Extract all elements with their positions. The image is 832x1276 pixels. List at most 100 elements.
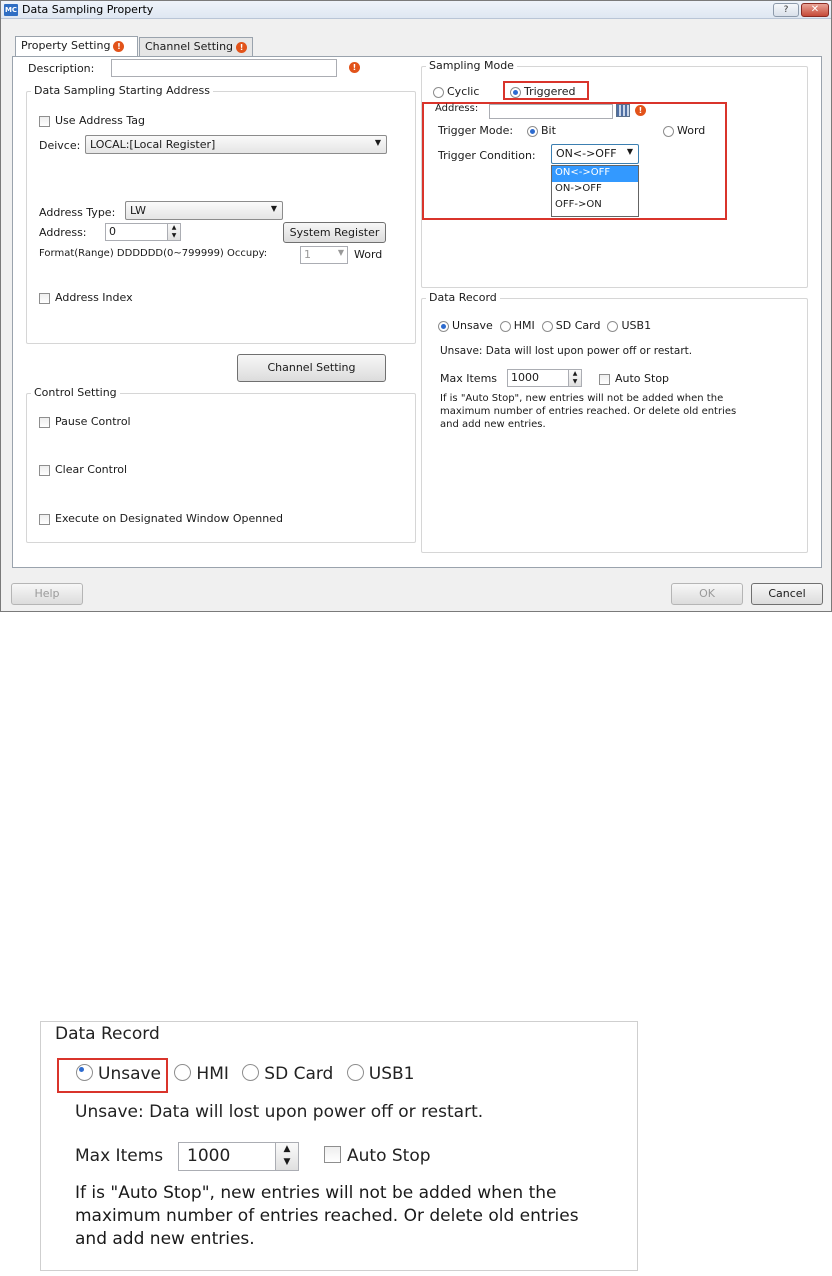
spin-icon[interactable]: ▲ ▼ [568, 369, 582, 387]
zoom-max-items-input[interactable]: 1000 [178, 1142, 276, 1171]
max-items-input[interactable]: 1000 [507, 369, 569, 387]
note-line: and add new entries. [75, 1229, 255, 1249]
radio-circle[interactable] [663, 125, 674, 137]
cyclic-radio[interactable]: Cyclic [433, 85, 479, 98]
radio-label: Cyclic [447, 85, 480, 98]
usb1-radio[interactable]: USB1 [607, 319, 651, 332]
address-index-checkbox[interactable]: Address Index [39, 291, 133, 304]
hmi-radio[interactable]: HMI [174, 1064, 229, 1084]
radio-circle[interactable] [433, 86, 444, 98]
address-type-label: Address Type: [39, 206, 116, 219]
occupy-input[interactable]: 1 ▼ [300, 246, 348, 264]
radio-label: USB1 [621, 319, 652, 332]
unsave-radio[interactable]: Unsave [438, 319, 493, 332]
channel-setting-button[interactable]: Channel Setting [237, 354, 386, 382]
sampling-mode-legend: Sampling Mode [426, 59, 517, 72]
checkbox-box[interactable] [39, 416, 50, 428]
clear-control-checkbox[interactable]: Clear Control [39, 463, 127, 476]
radio-circle[interactable] [346, 1064, 364, 1081]
radio-circle[interactable] [242, 1064, 260, 1081]
tab-label: Channel Setting [145, 40, 234, 53]
checkbox-box[interactable] [39, 115, 50, 127]
radio-label: Bit [541, 124, 556, 137]
unsave-radio[interactable]: Unsave [76, 1064, 161, 1084]
title-bar[interactable]: MC Data Sampling Property ? ✕ [1, 1, 831, 19]
help-button[interactable]: Help [11, 583, 83, 605]
radio-circle[interactable] [499, 320, 511, 332]
radio-label: HMI [513, 319, 535, 332]
record-description: Unsave: Data will lost upon power off or… [440, 345, 693, 357]
note-line: If is "Auto Stop", new entries will not … [440, 393, 724, 404]
radio-circle[interactable] [174, 1064, 192, 1081]
spin-icon[interactable]: ▲ ▼ [275, 1142, 299, 1171]
address-type-select[interactable]: LW ▼ [125, 201, 283, 220]
warning-icon: ! [236, 41, 248, 53]
sd-card-radio[interactable]: SD Card [242, 1064, 333, 1084]
app-icon: MC [4, 4, 18, 16]
close-icon[interactable]: ✕ [801, 3, 829, 17]
dropdown-option[interactable]: ON<->OFF [552, 166, 638, 182]
device-label: Deivce: [39, 139, 81, 152]
checkbox-box[interactable] [599, 373, 610, 385]
device-select[interactable]: LOCAL:[Local Register] ▼ [85, 135, 387, 154]
trigger-address-input[interactable] [489, 104, 613, 119]
zoom-record-description: Unsave: Data will lost upon power off or… [75, 1102, 484, 1122]
max-items-label: Max Items [440, 372, 498, 385]
radio-label: SD Card [264, 1064, 334, 1084]
tab-channel-setting[interactable]: Channel Setting! [139, 37, 253, 56]
ok-button[interactable]: OK [671, 583, 743, 605]
checkbox-box[interactable] [39, 464, 50, 476]
control-setting-legend: Control Setting [31, 386, 120, 399]
radio-circle[interactable] [541, 320, 553, 332]
zoom-auto-stop-checkbox[interactable]: Auto Stop [324, 1146, 431, 1166]
description-input[interactable] [111, 59, 337, 77]
checkbox-box[interactable] [39, 292, 50, 304]
dropdown-arrow-icon: ▼ [626, 147, 633, 156]
triggered-radio[interactable]: Triggered [510, 85, 575, 98]
radio-circle[interactable] [438, 320, 449, 332]
address-picker-icon[interactable] [616, 104, 630, 117]
usb1-radio[interactable]: USB1 [346, 1064, 414, 1084]
trigger-condition-value: ON<->OFF [556, 147, 617, 160]
dropdown-option[interactable]: OFF->ON [552, 198, 638, 214]
tab-property-setting[interactable]: Property Setting! [15, 36, 138, 57]
spin-icon[interactable]: ▲ ▼ [167, 223, 181, 241]
trigger-condition-label: Trigger Condition: [438, 149, 536, 162]
checkbox-label: Auto Stop [347, 1146, 431, 1166]
radio-label: HMI [196, 1064, 229, 1084]
use-address-tag-checkbox[interactable]: Use Address Tag [39, 114, 145, 127]
data-record-legend: Data Record [426, 291, 500, 304]
radio-label: Word [677, 124, 706, 137]
checkbox-label: Execute on Designated Window Openned [55, 512, 283, 525]
zoom-auto-stop-note: If is "Auto Stop", new entries will not … [75, 1182, 579, 1251]
radio-circle[interactable] [607, 320, 619, 332]
auto-stop-checkbox[interactable]: Auto Stop [599, 372, 669, 385]
system-register-button[interactable]: System Register [283, 222, 386, 243]
hmi-radio[interactable]: HMI [499, 319, 535, 332]
trigger-word-radio[interactable]: Word [663, 124, 705, 137]
radio-label: SD Card [555, 319, 601, 332]
pause-control-checkbox[interactable]: Pause Control [39, 415, 131, 428]
trigger-condition-select[interactable]: ON<->OFF ▼ [551, 144, 639, 164]
note-line: maximum number of entries reached. Or de… [440, 406, 737, 417]
address-type-value: LW [130, 204, 146, 217]
auto-stop-note: If is "Auto Stop", new entries will not … [440, 392, 736, 431]
help-icon[interactable]: ? [773, 3, 799, 17]
radio-circle[interactable] [76, 1064, 93, 1081]
checkbox-box[interactable] [39, 513, 50, 525]
radio-circle[interactable] [510, 86, 521, 98]
dropdown-option[interactable]: ON->OFF [552, 182, 638, 198]
address-input[interactable]: 0 [105, 223, 169, 241]
radio-circle[interactable] [527, 125, 538, 137]
sd-card-radio[interactable]: SD Card [541, 319, 601, 332]
execute-window-checkbox[interactable]: Execute on Designated Window Openned [39, 512, 283, 525]
checkbox-box[interactable] [324, 1146, 341, 1163]
tab-label: Property Setting [21, 39, 111, 52]
window-title: Data Sampling Property [22, 3, 154, 16]
zoom-max-items-label: Max Items [75, 1146, 164, 1166]
cancel-button[interactable]: Cancel [751, 583, 823, 605]
note-line: maximum number of entries reached. Or de… [75, 1206, 579, 1226]
description-label: Description: [28, 62, 95, 75]
warning-icon: ! [349, 62, 360, 73]
trigger-bit-radio[interactable]: Bit [527, 124, 556, 137]
